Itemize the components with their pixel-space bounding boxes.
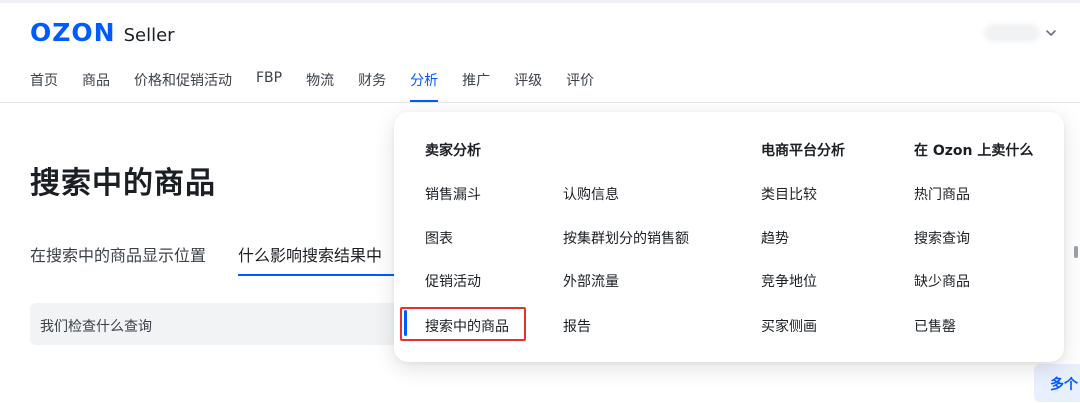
what-to-sell-heading: 在 Ozon 上卖什么 [914,143,1034,159]
query-section-label: 我们检查什么查询 [40,319,152,335]
menu-buyer-profile[interactable]: 买家侧画 [761,316,817,336]
menu-subscription-info[interactable]: 认购信息 [563,184,619,204]
nav-products[interactable]: 商品 [82,70,110,102]
nav-home[interactable]: 首页 [30,70,58,102]
more-button[interactable]: 多个 [1034,364,1080,402]
logo-seller: Seller [123,25,175,46]
chevron-down-icon [1046,30,1056,36]
platform-analytics-heading: 电商平台分析 [761,143,845,159]
menu-sold-out[interactable]: 已售罄 [914,316,956,336]
menu-sales-by-cluster[interactable]: 按集群划分的销售额 [563,228,689,248]
menu-sales-funnel[interactable]: 销售漏斗 [425,184,481,204]
menu-promotions[interactable]: 促销活动 [425,271,481,291]
menu-charts[interactable]: 图表 [425,228,453,248]
menu-missing-products[interactable]: 缺少商品 [914,271,970,291]
menu-trends[interactable]: 趋势 [761,228,789,248]
menu-search-queries[interactable]: 搜索查询 [914,228,970,248]
nav-promotion[interactable]: 推广 [462,70,490,102]
nav-finance[interactable]: 财务 [358,70,386,102]
page-title: 搜索中的商品 [30,166,216,201]
ozon-seller-logo[interactable]: OZON Seller [30,18,175,47]
menu-external-traffic[interactable]: 外部流量 [563,271,619,291]
menu-products-in-search[interactable]: 搜索中的商品 [425,316,509,336]
account-name-blurred [984,24,1040,42]
partial-icon [1074,246,1078,258]
nav-reviews[interactable]: 评价 [566,70,594,102]
nav-rating[interactable]: 评级 [514,70,542,102]
nav-analytics[interactable]: 分析 [410,70,439,102]
analytics-dropdown-menu: 卖家分析 电商平台分析 在 Ozon 上卖什么 销售漏斗 图表 促销活动 搜索中… [394,112,1064,362]
top-border [0,0,1080,3]
menu-hot-products[interactable]: 热门商品 [914,184,970,204]
more-button-label: 多个 [1050,377,1078,393]
page-tabs: 在搜索中的商品显示位置 什么影响搜索结果中 [30,242,423,276]
menu-category-compare[interactable]: 类目比较 [761,184,817,204]
seller-analytics-heading: 卖家分析 [425,143,481,159]
logo-ozon: OZON [30,18,116,47]
nav-logistics[interactable]: 物流 [306,70,334,102]
nav-prices-promotions[interactable]: 价格和促销活动 [134,70,232,102]
query-section-header[interactable]: 我们检查什么查询 [30,303,420,345]
account-menu[interactable] [984,24,1058,42]
tab-search-factors[interactable]: 什么影响搜索结果中 [238,242,423,276]
main-nav: 首页 商品 价格和促销活动 FBP 物流 财务 分析 推广 评级 评价 [30,70,618,102]
nav-divider [0,102,1080,103]
selected-item-indicator [404,310,407,336]
menu-competitive-position[interactable]: 竞争地位 [761,271,817,291]
tab-search-position[interactable]: 在搜索中的商品显示位置 [30,242,206,274]
menu-reports[interactable]: 报告 [563,316,591,336]
nav-fbp[interactable]: FBP [256,70,282,102]
